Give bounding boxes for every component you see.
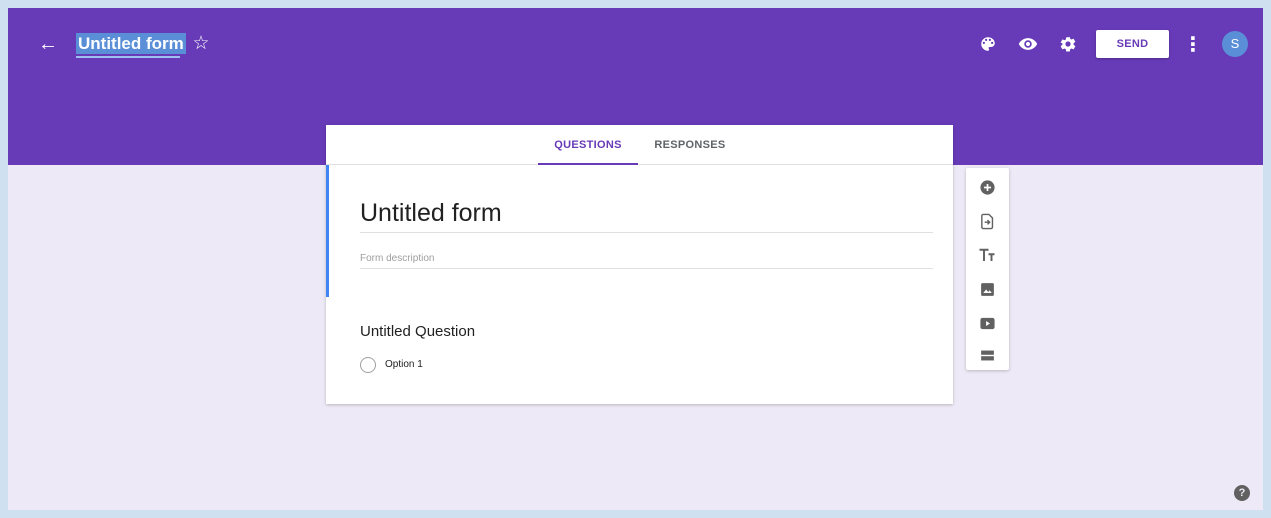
active-section-indicator [326, 165, 329, 297]
import-questions-icon[interactable] [976, 210, 998, 232]
palette-icon[interactable] [976, 32, 1000, 56]
settings-gear-icon[interactable] [1056, 32, 1080, 56]
back-arrow-icon[interactable]: ← [36, 32, 60, 56]
document-title-underline [76, 56, 180, 58]
add-image-icon[interactable] [976, 278, 998, 300]
document-title-text: Untitled form [76, 33, 186, 54]
add-title-icon[interactable] [976, 244, 998, 266]
question-toolbar [966, 168, 1009, 370]
form-description-input[interactable]: Form description [360, 249, 933, 269]
more-options-icon[interactable]: ⋮ [1181, 32, 1205, 56]
document-title[interactable]: Untitled form [74, 32, 188, 58]
tab-responses[interactable]: RESPONSES [642, 125, 738, 165]
preview-eye-icon[interactable] [1016, 32, 1040, 56]
form-tabs: QUESTIONS RESPONSES [326, 125, 953, 165]
form-title-input[interactable]: Untitled form [360, 193, 933, 233]
tab-questions[interactable]: QUESTIONS [538, 125, 638, 165]
question-title[interactable]: Untitled Question [360, 321, 760, 343]
add-video-icon[interactable] [976, 312, 998, 334]
form-editor-card: QUESTIONS RESPONSES Untitled form Form d… [326, 125, 953, 404]
add-section-icon[interactable] [976, 344, 998, 366]
radio-option-icon[interactable] [360, 357, 376, 373]
option-label[interactable]: Option 1 [385, 357, 423, 373]
app-window: ← Untitled form ☆ SEND ⋮ S QUESTIONS RES… [8, 8, 1263, 510]
user-avatar[interactable]: S [1222, 31, 1248, 57]
send-button[interactable]: SEND [1096, 30, 1169, 58]
star-icon[interactable]: ☆ [190, 32, 212, 56]
help-icon[interactable]: ? [1234, 485, 1250, 501]
add-question-icon[interactable] [976, 176, 998, 198]
